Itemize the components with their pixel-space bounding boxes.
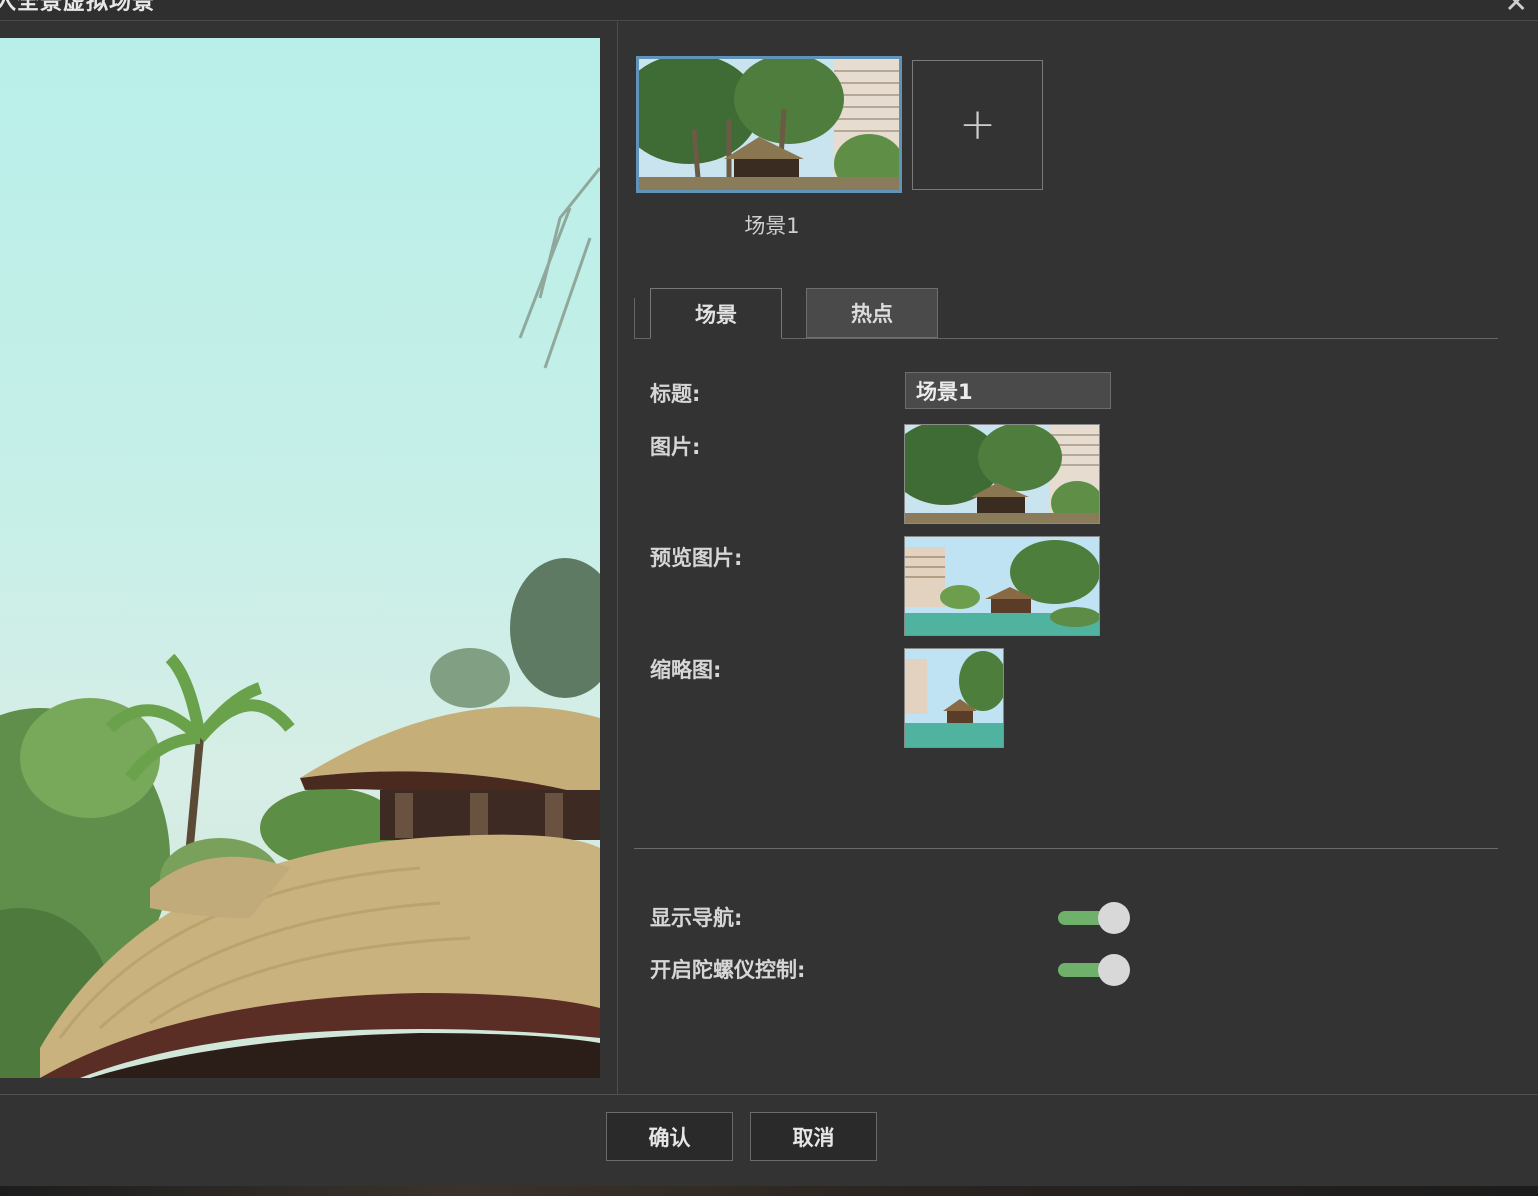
dialog-titlebar: 入全景虚拟场景 ✕ (0, 0, 1538, 21)
preview-image (905, 537, 1099, 635)
pane-divider (617, 22, 618, 1094)
scene-caption: 场景1 (744, 214, 800, 238)
show-nav-toggle[interactable] (1058, 902, 1130, 934)
title-input[interactable] (905, 372, 1111, 409)
confirm-button[interactable]: 确认 (606, 1112, 733, 1161)
plus-icon: + (959, 99, 996, 150)
image-picker[interactable] (904, 424, 1100, 524)
gyro-label: 开启陀螺仪控制: (650, 958, 806, 982)
preview-image-picker[interactable] (904, 536, 1100, 636)
cancel-button[interactable]: 取消 (750, 1112, 877, 1161)
image-preview (905, 425, 1099, 523)
scene-thumbnail[interactable] (636, 56, 902, 193)
tab-bar-edge (634, 298, 635, 339)
dialog-title: 入全景虚拟场景 (0, 0, 156, 15)
background-strip (0, 1186, 1538, 1196)
thumbnail-label: 缩略图: (650, 658, 722, 682)
gyro-toggle[interactable] (1058, 954, 1130, 986)
toggle-knob (1098, 954, 1130, 986)
show-nav-label: 显示导航: (650, 906, 743, 930)
tab-hotspot[interactable]: 热点 (806, 288, 938, 338)
preview-image-label: 预览图片: (650, 546, 743, 570)
footer-divider (0, 1094, 1538, 1095)
panorama-preview[interactable] (0, 38, 600, 1078)
title-label: 标题: (650, 382, 701, 406)
add-scene-button[interactable]: + (912, 60, 1043, 190)
image-label: 图片: (650, 435, 701, 459)
tab-scene[interactable]: 场景 (650, 288, 782, 339)
close-icon[interactable]: ✕ (1505, 0, 1528, 19)
thumbnail-picker[interactable] (904, 648, 1004, 748)
scene-image (639, 59, 899, 190)
section-divider (634, 848, 1498, 849)
panorama-image (0, 167, 600, 1078)
toggle-knob (1098, 902, 1130, 934)
thumbnail-image (905, 649, 1003, 747)
